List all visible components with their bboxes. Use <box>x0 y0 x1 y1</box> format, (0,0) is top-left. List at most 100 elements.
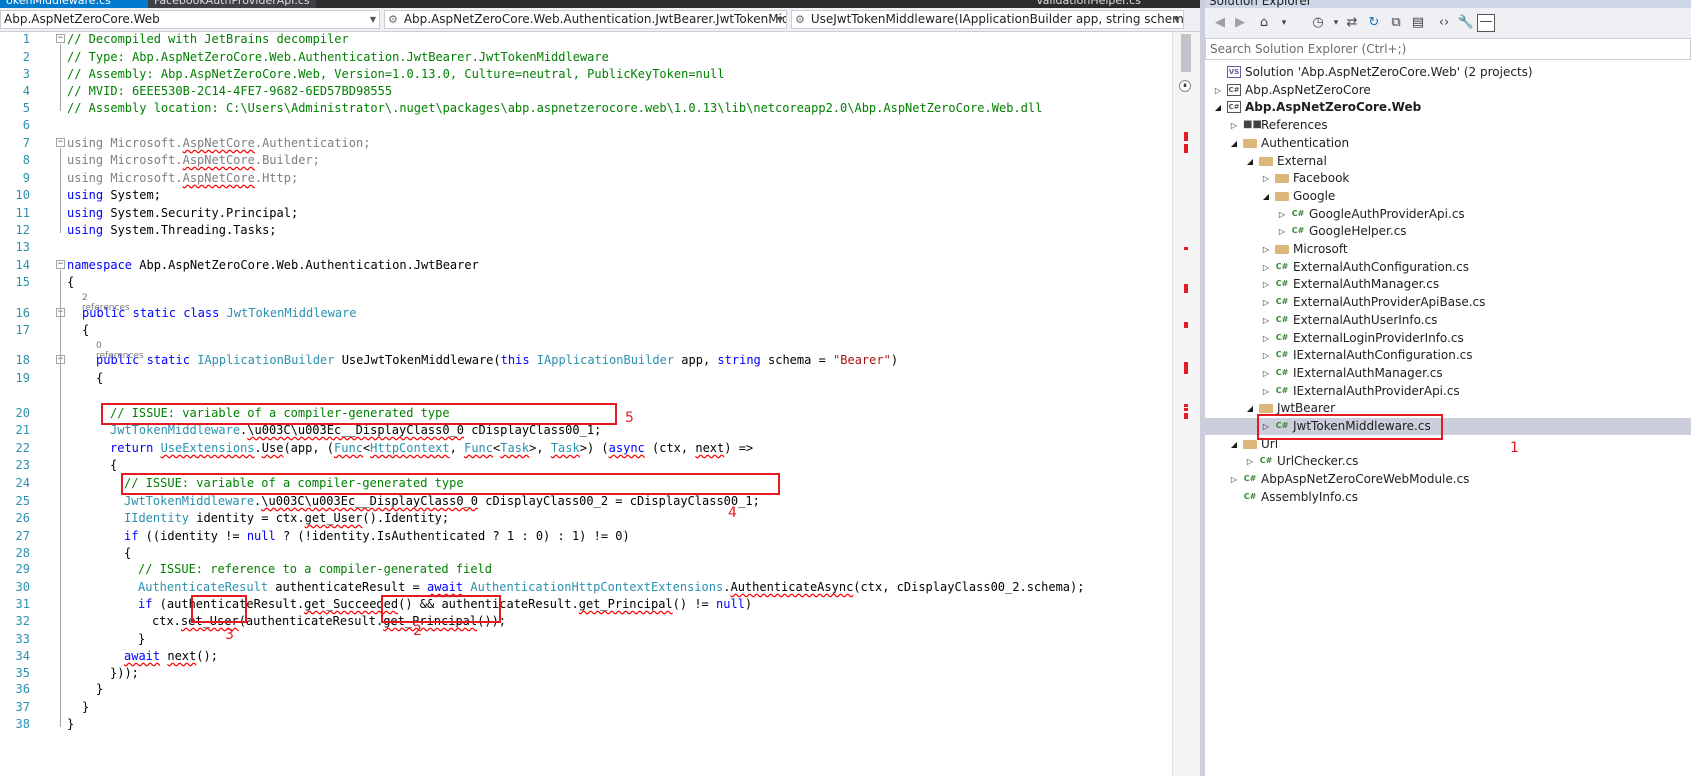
code-line[interactable]: return UseExtensions.Use(app, (Func<Http… <box>110 441 753 455</box>
code-lens-references[interactable]: 0 references <box>96 341 144 361</box>
project-dropdown[interactable]: Abp.AspNetZeroCore.Web ▼ <box>0 10 380 29</box>
tree-item[interactable]: ▷ Facebook <box>1205 170 1691 187</box>
history-icon[interactable]: ◷ <box>1309 14 1327 32</box>
tree-item[interactable]: ▷ C# ExternalAuthUserInfo.cs <box>1205 312 1691 329</box>
code-line[interactable]: IIdentity identity = ctx.get_User().Iden… <box>124 511 449 525</box>
tree-item[interactable]: ▷ ■■ References <box>1205 117 1691 134</box>
expand-arrow-icon[interactable]: ▷ <box>1261 383 1271 400</box>
vertical-scrollbar[interactable]: ⏸ <box>1172 32 1200 776</box>
tree-item[interactable]: ▷ C# IExternalAuthConfiguration.cs <box>1205 347 1691 364</box>
tree-item[interactable]: ◢ Google <box>1205 188 1691 205</box>
tree-item[interactable]: C# AssemblyInfo.cs <box>1205 489 1691 506</box>
tree-item[interactable]: ▷ Microsoft <box>1205 241 1691 258</box>
tree-item[interactable]: ▷ C# GoogleAuthProviderApi.cs <box>1205 206 1691 223</box>
code-line[interactable]: // Assembly location: C:\Users\Administr… <box>67 101 1042 115</box>
home-dropdown-icon[interactable]: ▾ <box>1275 14 1293 32</box>
code-line[interactable]: // ISSUE: reference to a compiler-genera… <box>138 562 492 576</box>
solution-explorer-search-input[interactable]: Search Solution Explorer (Ctrl+;) <box>1205 38 1691 60</box>
expand-arrow-icon[interactable]: ▷ <box>1229 471 1239 488</box>
fold-toggle-icon[interactable]: − <box>56 260 65 269</box>
code-line[interactable]: })); <box>110 666 139 680</box>
tree-item[interactable]: ▷ C# Abp.AspNetZeroCore <box>1205 82 1691 99</box>
expand-arrow-icon[interactable]: ▷ <box>1245 453 1255 470</box>
refresh-icon[interactable]: ↻ <box>1365 14 1383 32</box>
code-line[interactable]: await next(); <box>124 649 218 663</box>
tree-item[interactable]: ◢ External <box>1205 153 1691 170</box>
code-line[interactable]: using Microsoft.AspNetCore.Authenticatio… <box>67 136 370 150</box>
code-line[interactable]: using Microsoft.AspNetCore.Builder; <box>67 153 320 167</box>
sync-icon[interactable]: ⇄ <box>1343 14 1361 32</box>
expand-arrow-icon[interactable]: ▷ <box>1229 117 1239 134</box>
code-line[interactable]: { <box>67 275 74 289</box>
forward-icon[interactable]: ▶ <box>1231 14 1249 32</box>
tree-item[interactable]: ▷ C# ExternalLoginProviderInfo.cs <box>1205 330 1691 347</box>
code-line[interactable]: // Type: Abp.AspNetZeroCore.Web.Authenti… <box>67 50 609 64</box>
code-line[interactable]: } <box>82 700 89 714</box>
solution-tree[interactable]: VS Solution 'Abp.AspNetZeroCore.Web' (2 p… <box>1205 60 1691 776</box>
expand-arrow-icon[interactable]: ▷ <box>1277 223 1287 240</box>
tab-validation-helper[interactable]: ValidationHelper.cs <box>1030 0 1147 8</box>
tree-item[interactable]: ▷ C# ExternalAuthManager.cs <box>1205 276 1691 293</box>
code-line[interactable]: { <box>110 458 117 472</box>
code-line[interactable]: if ((identity != null ? (!identity.IsAut… <box>124 529 630 543</box>
expand-arrow-icon[interactable]: ▷ <box>1277 206 1287 223</box>
tree-item[interactable]: ▷ C# IExternalAuthProviderApi.cs <box>1205 383 1691 400</box>
tree-item[interactable]: ▷ C# IExternalAuthManager.cs <box>1205 365 1691 382</box>
code-line[interactable]: // Decompiled with JetBrains decompiler <box>67 32 349 46</box>
code-line[interactable]: AuthenticateResult authenticateResult = … <box>138 580 1084 594</box>
code-line[interactable]: // Assembly: Abp.AspNetZeroCore.Web, Ver… <box>67 67 724 81</box>
collapse-arrow-icon[interactable]: ◢ <box>1245 400 1255 417</box>
tree-item[interactable]: VS Solution 'Abp.AspNetZeroCore.Web' (2 p… <box>1205 64 1691 81</box>
code-line[interactable]: public static IApplicationBuilder UseJwt… <box>96 353 898 367</box>
collapse-arrow-icon[interactable]: ◢ <box>1213 99 1223 116</box>
expand-arrow-icon[interactable]: ▷ <box>1261 276 1271 293</box>
expand-arrow-icon[interactable]: ▷ <box>1261 330 1271 347</box>
member-dropdown[interactable]: ⚙ UseJwtTokenMiddleware(IApplicationBuil… <box>791 10 1184 29</box>
code-icon[interactable]: ‹› <box>1435 14 1453 32</box>
code-editor[interactable]: okenMiddleware.cs FacebookAuthProviderAp… <box>0 0 1200 776</box>
split-window-icon[interactable]: ⏸ <box>1179 80 1191 92</box>
tab-facebook-auth-provider-api[interactable]: FacebookAuthProviderApi.cs <box>148 0 316 8</box>
type-dropdown[interactable]: ⚙ Abp.AspNetZeroCore.Web.Authentication.… <box>384 10 787 29</box>
code-line[interactable]: { <box>124 546 131 560</box>
tree-item[interactable]: ◢ Authentication <box>1205 135 1691 152</box>
expand-arrow-icon[interactable]: ▷ <box>1261 294 1271 311</box>
home-icon[interactable]: ⌂ <box>1255 14 1273 32</box>
collapse-all-icon[interactable]: ⧉ <box>1387 14 1405 32</box>
expand-arrow-icon[interactable]: ▷ <box>1261 259 1271 276</box>
collapse-arrow-icon[interactable]: ◢ <box>1245 153 1255 170</box>
tab-jwt-token-middleware[interactable]: okenMiddleware.cs <box>0 0 152 8</box>
expand-arrow-icon[interactable]: ▷ <box>1261 170 1271 187</box>
code-line[interactable]: } <box>67 717 74 731</box>
code-line[interactable]: using Microsoft.AspNetCore.Http; <box>67 171 298 185</box>
fold-toggle-icon[interactable]: − <box>56 34 65 43</box>
tree-item[interactable]: ▷ C# GoogleHelper.cs <box>1205 223 1691 240</box>
code-line[interactable]: { <box>96 371 103 385</box>
code-line[interactable]: JwtTokenMiddleware.\u003C\u003Ec__Displa… <box>110 423 601 437</box>
scrollbar-thumb[interactable] <box>1181 34 1191 72</box>
expand-arrow-icon[interactable]: ▷ <box>1261 241 1271 258</box>
code-lens-references[interactable]: 2 references <box>82 293 130 313</box>
code-line[interactable]: using System.Threading.Tasks; <box>67 223 277 237</box>
code-line[interactable]: } <box>96 682 103 696</box>
code-line[interactable]: { <box>82 323 89 337</box>
code-line[interactable]: using System; <box>67 188 161 202</box>
collapse-arrow-icon[interactable]: ◢ <box>1261 188 1271 205</box>
preview-icon[interactable]: — <box>1477 14 1495 32</box>
expand-arrow-icon[interactable]: ▷ <box>1261 312 1271 329</box>
tree-item[interactable]: ▷ C# AbpAspNetZeroCoreWebModule.cs <box>1205 471 1691 488</box>
code-line[interactable]: } <box>138 632 145 646</box>
tree-item[interactable]: ▷ C# ExternalAuthProviderApiBase.cs <box>1205 294 1691 311</box>
expand-arrow-icon[interactable]: ▷ <box>1213 82 1223 99</box>
tree-item[interactable]: ▷ C# ExternalAuthConfiguration.cs <box>1205 259 1691 276</box>
fold-toggle-icon[interactable]: − <box>56 138 65 147</box>
show-all-files-icon[interactable]: ▤ <box>1409 14 1427 32</box>
code-line[interactable]: namespace Abp.AspNetZeroCore.Web.Authent… <box>67 258 479 272</box>
properties-icon[interactable]: 🔧 <box>1457 14 1475 32</box>
back-icon[interactable]: ◀ <box>1211 14 1229 32</box>
tree-item[interactable]: ◢ C# Abp.AspNetZeroCore.Web <box>1205 99 1691 116</box>
collapse-arrow-icon[interactable]: ◢ <box>1229 135 1239 152</box>
collapse-arrow-icon[interactable]: ◢ <box>1229 436 1239 453</box>
code-line[interactable]: using System.Security.Principal; <box>67 206 298 220</box>
tree-item[interactable]: ▷ C# UrlChecker.cs <box>1205 453 1691 470</box>
